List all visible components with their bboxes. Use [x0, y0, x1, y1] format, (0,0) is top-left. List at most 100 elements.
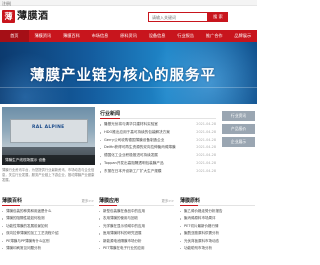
- news-item[interactable]: 东丽在日本开设新工厂扩大生产规模 2021-04-28: [100, 167, 216, 176]
- search-bar: 搜 索: [148, 12, 228, 22]
- news-item[interactable]: HDO推出应用于高可持续的包装解决方案 2021-04-28: [100, 128, 216, 137]
- nav-item-encyclopedia[interactable]: 薄膜百科: [57, 30, 86, 42]
- materials-section: 薄膜原料 聚乙烯价格走势分析报告 聚丙烯原料市场周评 PET切片最新价格行情 聚…: [180, 197, 255, 252]
- news-item-date: 2021-04-28: [194, 121, 216, 129]
- list-item[interactable]: 新能源电池隔膜市场分析: [99, 238, 174, 245]
- bullet-icon: [100, 147, 102, 150]
- nav-item-market[interactable]: 市场信息: [86, 30, 115, 42]
- list-item-text[interactable]: PET薄膜在电子行业的应用: [103, 246, 144, 250]
- banner-line: [0, 87, 257, 88]
- list-item[interactable]: 聚酰亚胺原料供需分析: [180, 230, 255, 237]
- news-item-text[interactable]: Toppan开发出高阻隔透明包装膜产品: [104, 161, 164, 165]
- list-item-text[interactable]: 农用薄膜的使用与回收: [103, 216, 138, 220]
- featured-photo[interactable]: RAL ALPINE 薄膜生产线现场展示 设备: [2, 107, 95, 165]
- photo-caption[interactable]: 薄膜生产线现场展示 设备: [2, 155, 95, 165]
- list-item-text[interactable]: 薄膜印刷常见问题分析: [6, 246, 41, 250]
- nav-item-materials[interactable]: 原料资讯: [114, 30, 143, 42]
- news-item-text[interactable]: 隆基光伏将与清华共建材料实验室: [104, 122, 158, 126]
- list-item[interactable]: 功能性薄膜的发展前景如何: [2, 223, 94, 230]
- list-item-text[interactable]: PE薄膜与PP薄膜有什么区别: [6, 239, 50, 243]
- encyclopedia-section: 薄膜百科 更多>> 薄膜包装的种类和用途是什么 薄膜的阻隔性能如何检测 功能性薄膜…: [2, 197, 94, 252]
- list-item[interactable]: 薄膜包装的种类和用途是什么: [2, 208, 94, 215]
- list-item-text[interactable]: 聚丙烯原料市场周评: [184, 216, 216, 220]
- side-button-prices[interactable]: 产品报价: [222, 124, 255, 134]
- search-button[interactable]: 搜 索: [208, 12, 228, 22]
- search-input[interactable]: [148, 12, 208, 22]
- site-logo[interactable]: 薄 薄膜酒: [2, 9, 62, 25]
- nav-item-home[interactable]: 首页: [0, 30, 29, 42]
- news-item-date: 2021-04-28: [194, 159, 216, 168]
- logo-mark: 薄: [2, 10, 15, 23]
- list-item[interactable]: 医用薄膜材料的研究进展: [99, 230, 174, 237]
- list-item[interactable]: 薄膜印刷常见问题分析: [2, 245, 94, 252]
- bullet-icon: [100, 132, 102, 134]
- bullet-icon: [100, 163, 102, 165]
- news-item-date: 2021-04-28: [194, 167, 216, 176]
- list-item[interactable]: 新型包装膜在食品中的应用: [99, 208, 174, 215]
- list-item[interactable]: 农用薄膜的使用与回收: [99, 215, 174, 222]
- bullet-icon: [2, 225, 4, 228]
- register-link[interactable]: 注册|: [2, 1, 11, 7]
- side-button-news[interactable]: 行业资讯: [222, 111, 255, 121]
- list-item[interactable]: 聚丙烯原料市场周评: [180, 215, 255, 222]
- section-title: 薄膜原料: [180, 197, 255, 206]
- list-item[interactable]: 功能助剂市场分析: [180, 245, 255, 252]
- list-item-text[interactable]: 双向拉伸薄膜的加工工艺流程介绍: [6, 231, 59, 235]
- list-item-text[interactable]: 新能源电池隔膜市场分析: [103, 239, 142, 243]
- nav-item-film-news[interactable]: 薄膜资讯: [29, 30, 58, 42]
- list-item[interactable]: 光学膜在显示领域中的应用: [99, 223, 174, 230]
- hero-banner[interactable]: 薄膜产业链为核心的服务平: [0, 42, 257, 104]
- list-item[interactable]: 光伏背板原料市场动态: [180, 238, 255, 245]
- more-link[interactable]: 更多>>: [82, 197, 94, 205]
- materials-list: 聚乙烯价格走势分析报告 聚丙烯原料市场周评 PET切片最新价格行情 聚酰亚胺原料…: [180, 208, 255, 252]
- more-link[interactable]: 更多>>: [162, 197, 174, 205]
- list-item[interactable]: 聚乙烯价格走势分析报告: [180, 208, 255, 215]
- bullet-icon: [180, 218, 182, 220]
- list-item-text[interactable]: 光伏背板原料市场动态: [184, 239, 219, 243]
- bullet-icon: [2, 211, 4, 213]
- news-item-text[interactable]: HDO推出应用于高可持续的包装解决方案: [104, 130, 170, 134]
- news-item-text[interactable]: Gerry公司收购德国薄膜设备制造企业: [104, 138, 164, 142]
- list-item[interactable]: PET切片最新价格行情: [180, 223, 255, 230]
- bullet-icon: [99, 248, 101, 250]
- list-item-text[interactable]: 光学膜在显示领域中的应用: [103, 224, 145, 228]
- bullet-icon: [99, 211, 101, 213]
- list-item[interactable]: 薄膜的阻隔性能如何检测: [2, 215, 94, 222]
- news-item[interactable]: 德国化工企业积极推进可持续发展 2021-04-28: [100, 152, 216, 160]
- nav-item-brands[interactable]: 品牌展示: [229, 30, 258, 42]
- news-item-text[interactable]: Delfin获得可再生资源的双向拉伸聚丙烯薄膜: [104, 145, 176, 149]
- list-item-text[interactable]: 薄膜的阻隔性能如何检测: [6, 216, 45, 220]
- news-title: 行业新闻: [100, 110, 216, 119]
- news-item-text[interactable]: 东丽在日本开设新工厂扩大生产规模: [104, 169, 162, 173]
- nav-item-equipment[interactable]: 设备信息: [143, 30, 172, 42]
- encyclopedia-list: 薄膜包装的种类和用途是什么 薄膜的阻隔性能如何检测 功能性薄膜的发展前景如何 双…: [2, 208, 94, 252]
- news-item[interactable]: 隆基光伏将与清华共建材料实验室 2021-04-28: [100, 121, 216, 129]
- news-item-text[interactable]: 德国化工企业积极推进可持续发展: [104, 153, 158, 157]
- machine-label: RAL ALPINE: [32, 125, 65, 130]
- list-item-text[interactable]: 功能助剂市场分析: [184, 246, 212, 250]
- list-item[interactable]: PE薄膜与PP薄膜有什么区别: [2, 238, 94, 245]
- list-item[interactable]: 双向拉伸薄膜的加工工艺流程介绍: [2, 230, 94, 237]
- bullet-icon: [99, 225, 101, 228]
- list-item-text[interactable]: 医用薄膜材料的研究进展: [103, 231, 142, 235]
- main-nav: 首页 薄膜资讯 薄膜百科 市场信息 原料资讯 设备信息 行业报告 推广合作 品牌…: [0, 30, 257, 42]
- list-item-text[interactable]: 功能性薄膜的发展前景如何: [6, 224, 48, 228]
- list-item-text[interactable]: 聚酰亚胺原料供需分析: [184, 231, 219, 235]
- list-item[interactable]: PET薄膜在电子行业的应用: [99, 245, 174, 252]
- logo-text: 薄膜酒: [17, 11, 49, 22]
- list-item-text[interactable]: 薄膜包装的种类和用途是什么: [6, 209, 52, 213]
- news-item[interactable]: Delfin获得可再生资源的双向拉伸聚丙烯薄膜 2021-04-28: [100, 144, 216, 153]
- news-item[interactable]: Toppan开发出高阻隔透明包装膜产品 2021-04-28: [100, 159, 216, 168]
- list-item-text[interactable]: 新型包装膜在食品中的应用: [103, 209, 145, 213]
- bullet-icon: [99, 218, 101, 220]
- nav-item-promotion[interactable]: 推广合作: [200, 30, 229, 42]
- side-button-companies[interactable]: 企业展示: [222, 137, 255, 147]
- list-item-text[interactable]: 聚乙烯价格走势分析报告: [184, 209, 223, 213]
- featured-description: 薄膜行业资讯平台，为您提供行业最新资讯、市场动态与企业信息，关注行业发展，服务产…: [2, 168, 95, 182]
- news-item[interactable]: Gerry公司收购德国薄膜设备制造企业 2021-04-28: [100, 136, 216, 145]
- bullet-icon: [180, 225, 182, 228]
- list-item-text[interactable]: PET切片最新价格行情: [184, 224, 218, 228]
- nav-item-reports[interactable]: 行业报告: [171, 30, 200, 42]
- bullet-icon: [2, 248, 4, 250]
- news-item-date: 2021-04-28: [194, 136, 216, 145]
